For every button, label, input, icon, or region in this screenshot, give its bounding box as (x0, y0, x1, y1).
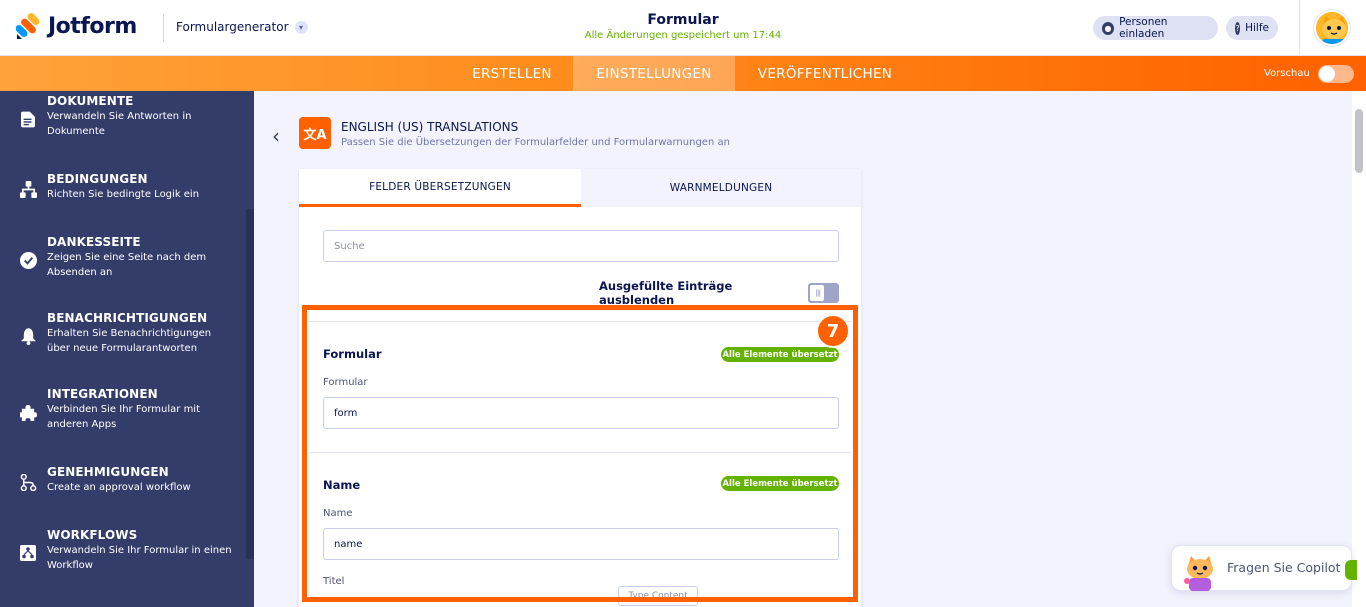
ghost-placeholder: Type Content (618, 586, 698, 606)
sidebar-item-title: DOKUMENTE (47, 94, 134, 108)
tab-create[interactable]: ERSTELLEN (452, 56, 572, 91)
sidebar-item-title: BENACHRICHTIGUNGEN (47, 311, 208, 325)
translate-icon: 文A (299, 117, 331, 149)
invite-label: Personen einladen (1119, 16, 1168, 40)
section-divider (309, 321, 851, 322)
copilot-button[interactable]: Fragen Sie Copilot (1171, 545, 1357, 591)
status-badge: Alle Elemente übersetzt (721, 476, 839, 491)
status-badge: Alle Elemente übersetzt (721, 347, 839, 362)
copilot-status-dot (1345, 560, 1357, 580)
field-label-title: Titel (323, 576, 345, 587)
header-divider-right (1299, 0, 1300, 56)
copilot-label: Fragen Sie Copilot (1227, 560, 1341, 575)
sidebar-item-workflows[interactable]: WORKFLOWS Verwandeln Sie Ihr Formular in… (0, 528, 246, 573)
section-title-form: Formular (323, 347, 382, 361)
top-header: Jotform Formulargenerator ▾ Formular All… (0, 0, 1366, 56)
field-label-name: Name (323, 508, 353, 519)
field-label-form: Formular (323, 377, 368, 388)
preview-label: Vorschau (1264, 68, 1310, 79)
conditions-icon (19, 180, 37, 198)
sidebar-item-documents[interactable]: DOKUMENTE Verwandeln Sie Antworten in Do… (0, 94, 246, 139)
avatar[interactable] (1314, 10, 1350, 46)
sidebar-item-conditions[interactable]: BEDINGUNGEN Richten Sie bedingte Logik e… (0, 172, 246, 202)
translations-title: ENGLISH (US) TRANSLATIONS (341, 120, 519, 134)
sidebar-scrollbar[interactable] (246, 209, 254, 559)
settings-sidebar: DOKUMENTE Verwandeln Sie Antworten in Do… (0, 91, 254, 607)
form-generator-label: Formulargenerator (176, 20, 289, 34)
invite-people-button[interactable]: ● Personen einladen (1093, 16, 1218, 40)
puzzle-icon (19, 403, 37, 421)
bell-icon (19, 327, 37, 345)
workflow-icon (19, 544, 37, 562)
check-circle-icon (19, 251, 37, 269)
step-number-badge: 7 (816, 314, 850, 348)
tab-publish[interactable]: VERÖFFENTLICHEN (736, 56, 914, 91)
help-label: Hilfe (1245, 22, 1269, 34)
form-generator-dropdown[interactable]: Formulargenerator ▾ (176, 20, 308, 34)
sidebar-item-desc: Richten Sie bedingte Logik ein (47, 189, 200, 200)
approval-icon (19, 473, 37, 491)
sidebar-item-desc: Zeigen Sie eine Seite nach dem Absenden … (47, 252, 207, 278)
logo-text: Jotform (48, 13, 137, 39)
preview-toggle[interactable] (1317, 64, 1354, 83)
jotform-logo[interactable]: Jotform (16, 12, 137, 40)
header-divider (163, 14, 164, 42)
sidebar-item-title: GENEHMIGUNGEN (47, 465, 169, 479)
sidebar-item-desc: Verwandeln Sie Antworten in Dokumente (47, 111, 192, 137)
main-nav: ERSTELLEN EINSTELLUNGEN VERÖFFENTLICHEN … (0, 56, 1366, 91)
sidebar-item-desc: Verbinden Sie Ihr Formular mit anderen A… (47, 404, 201, 430)
hide-filled-row: Ausgefüllte Einträge ausblenden ||| (599, 279, 839, 307)
chevron-down-icon: ▾ (294, 20, 308, 34)
document-icon (19, 110, 37, 128)
sidebar-item-desc: Verwandeln Sie Ihr Formular in einen Wor… (47, 545, 232, 571)
page-scrollbar[interactable] (1352, 91, 1366, 607)
sidebar-item-title: DANKESSEITE (47, 235, 141, 249)
help-button[interactable]: ? Hilfe (1226, 16, 1278, 40)
jotform-logo-icon (16, 13, 40, 39)
translations-subtitle: Passen Sie die Übersetzungen der Formula… (341, 137, 730, 148)
sidebar-item-title: INTEGRATIONEN (47, 387, 158, 401)
help-icon: ? (1235, 21, 1241, 35)
sidebar-item-integrations[interactable]: INTEGRATIONEN Verbinden Sie Ihr Formular… (0, 387, 246, 432)
sidebar-item-desc: Erhalten Sie Benachrichtigungen über neu… (47, 328, 212, 354)
search-input[interactable] (323, 230, 839, 262)
sidebar-item-approvals[interactable]: GENEHMIGUNGEN Create an approval workflo… (0, 465, 246, 495)
toggle-grip-icon: ||| (815, 289, 821, 297)
hide-filled-toggle[interactable]: ||| (808, 283, 839, 303)
sidebar-item-desc: Create an approval workflow (47, 482, 191, 493)
hide-filled-label: Ausgefüllte Einträge ausblenden (599, 279, 733, 307)
sidebar-item-title: WORKFLOWS (47, 528, 138, 542)
tab-settings[interactable]: EINSTELLUNGEN (573, 56, 735, 91)
tab-warning-messages[interactable]: WARNMELDUNGEN (581, 169, 861, 207)
translation-tabs: FELDER ÜBERSETZUNGEN WARNMELDUNGEN (299, 169, 861, 207)
form-translation-input[interactable] (323, 397, 839, 429)
back-chevron-icon[interactable]: ‹ (272, 124, 280, 148)
sidebar-item-thankyou[interactable]: DANKESSEITE Zeigen Sie eine Seite nach d… (0, 235, 246, 280)
page-scrollbar-thumb[interactable] (1355, 109, 1363, 173)
name-translation-input[interactable] (323, 528, 839, 560)
section-title-name: Name (323, 478, 361, 492)
tab-field-translations[interactable]: FELDER ÜBERSETZUNGEN (299, 169, 581, 207)
copilot-cat-icon (1184, 556, 1213, 591)
sidebar-item-notifications[interactable]: BENACHRICHTIGUNGEN Erhalten Sie Benachri… (0, 311, 246, 356)
user-icon: ● (1102, 21, 1115, 35)
preview-toggle-group: Vorschau (1264, 56, 1354, 91)
sidebar-item-title: BEDINGUNGEN (47, 172, 148, 186)
avatar-cat-icon (1316, 12, 1348, 44)
section-divider (309, 452, 851, 453)
